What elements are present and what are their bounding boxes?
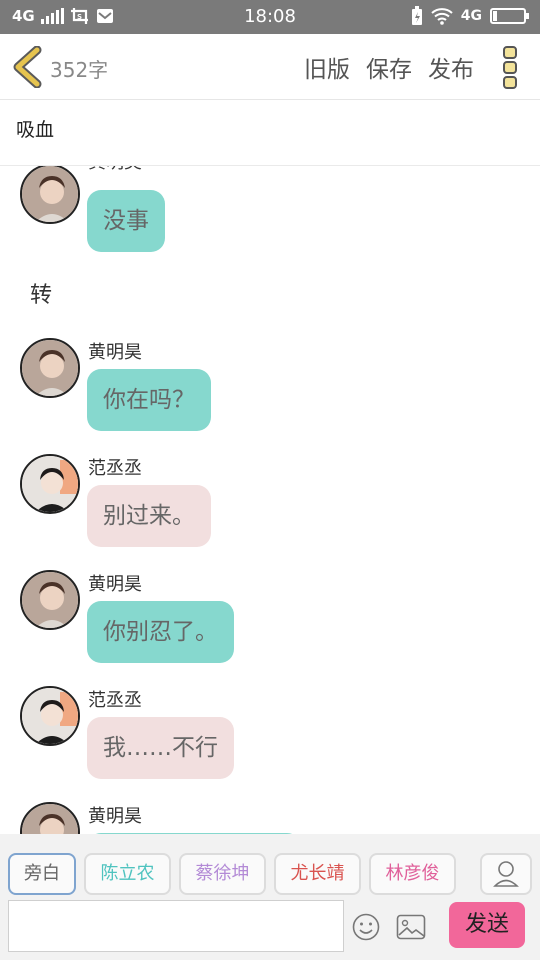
character-name: 范丞丞 (88, 458, 142, 479)
avatar-huang (20, 570, 80, 630)
back-arrow-icon[interactable] (10, 46, 46, 88)
character-chip[interactable]: 尤长靖 (274, 853, 361, 895)
avatar-fan (20, 454, 80, 514)
story-title: 吸血 (16, 119, 55, 141)
message-input[interactable] (8, 900, 344, 952)
character-name: 黄明昊 (88, 342, 142, 363)
character-name: 黄明昊 (88, 806, 142, 827)
network-label-2: 4G (460, 8, 482, 24)
word-count: 352字 (50, 58, 109, 82)
manage-characters-button[interactable] (480, 853, 532, 895)
character-name: 黄明昊 (88, 166, 142, 174)
status-bar: 4G S 18:08 4G (0, 0, 540, 34)
message-bubble: 你别忍了。 (87, 601, 234, 663)
character-chip-narrator[interactable]: 旁白 (8, 853, 76, 895)
toolbar-actions: 旧版 保存 发布 (304, 50, 474, 84)
character-chip[interactable]: 蔡徐坤 (179, 853, 266, 895)
character-name: 范丞丞 (88, 690, 142, 711)
emoji-icon[interactable] (352, 913, 380, 941)
avatar-huang (20, 338, 80, 398)
image-icon[interactable] (396, 914, 426, 940)
character-selector: 旁白 陈立农 蔡徐坤 尤长靖 林彦俊 (8, 853, 456, 895)
editor-toolbar: 352字 旧版 保存 发布 (0, 34, 540, 100)
message-bubble: 没事 (87, 190, 165, 252)
message-bubble: 别过来。 (87, 485, 211, 547)
publish-button[interactable]: 发布 (428, 50, 474, 84)
avatar-huang (20, 802, 80, 834)
status-right: 4G (411, 6, 530, 26)
character-name: 黄明昊 (88, 574, 142, 595)
user-icon (493, 861, 519, 887)
message-bubble: 你在吗？ (87, 369, 211, 431)
save-button[interactable]: 保存 (366, 50, 412, 84)
wifi-icon (431, 8, 453, 25)
story-title-field[interactable]: 吸血 (0, 100, 540, 166)
send-button[interactable]: 发送 (449, 902, 525, 948)
battery-icon (490, 8, 529, 24)
more-menu-icon[interactable] (502, 46, 518, 90)
compose-bar: 旁白 陈立农 蔡徐坤 尤长靖 林彦俊 发送 (0, 834, 540, 960)
chat-area: 黄明昊 没事 转 黄明昊 你在吗？ 范丞丞 别过来。 黄明昊 你别忍了。 范丞丞… (0, 166, 540, 834)
avatar-huang (20, 166, 80, 224)
character-chip[interactable]: 陈立农 (84, 853, 171, 895)
old-version-button[interactable]: 旧版 (304, 50, 350, 84)
character-chip[interactable]: 林彦俊 (369, 853, 456, 895)
message-bubble: 我……不行 (87, 717, 234, 779)
battery-saver-icon (411, 6, 422, 25)
avatar-fan (20, 686, 80, 746)
narration-text[interactable]: 转 (30, 277, 52, 309)
